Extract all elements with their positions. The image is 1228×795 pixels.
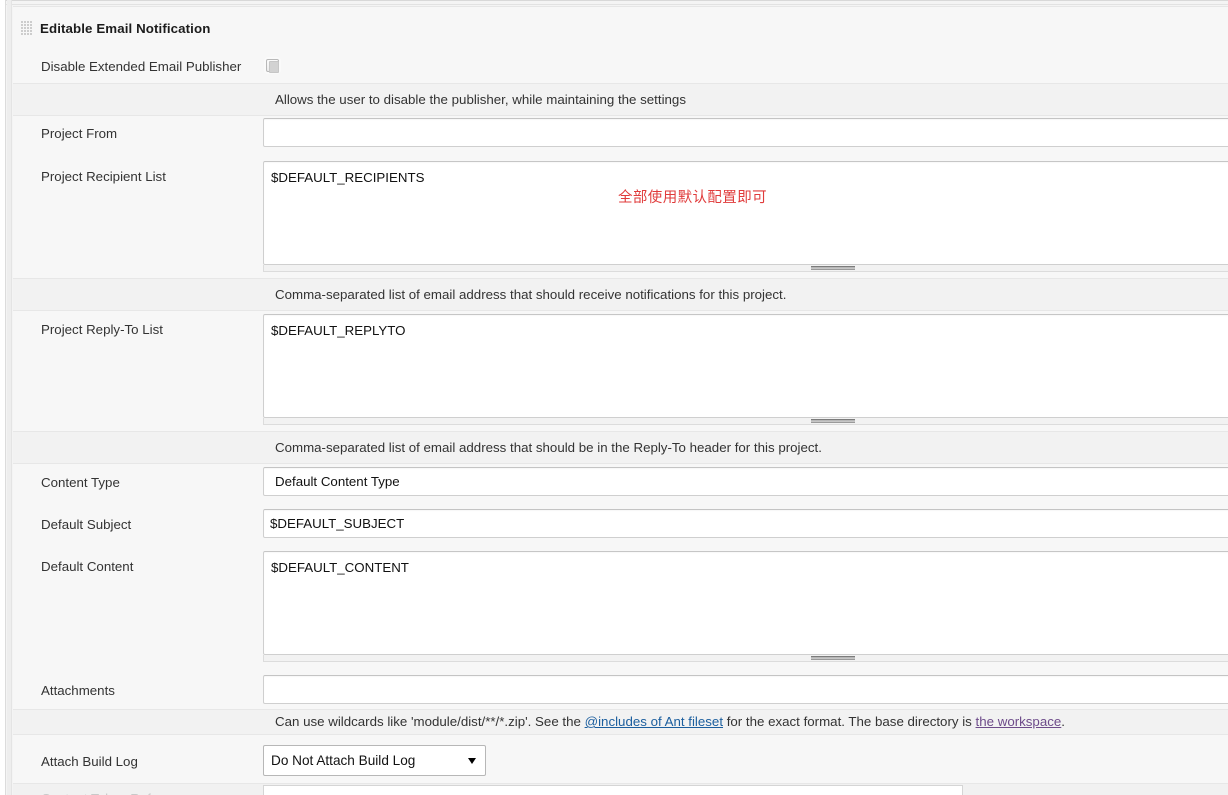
- disable-publisher-checkbox[interactable]: [266, 59, 279, 73]
- resize-grip-icon: [811, 656, 855, 660]
- project-from-input[interactable]: [263, 118, 1228, 147]
- row-attachments: Attachments: [13, 669, 1228, 711]
- attachments-input[interactable]: [263, 675, 1228, 704]
- attach-build-log-selected-value: Do Not Attach Build Log: [271, 753, 416, 768]
- row-project-reply-to-list: Project Reply-To List $DEFAULT_REPLYTO: [13, 308, 1228, 430]
- row-default-subject: Default Subject: [13, 503, 1228, 545]
- red-annotation-text: 全部使用默认配置即可: [618, 190, 767, 206]
- label-attach-build-log: Attach Build Log: [41, 754, 138, 769]
- description-project-recipient-list: Comma-separated list of email address th…: [275, 287, 787, 302]
- description-disable-publisher: Allows the user to disable the publisher…: [275, 92, 686, 107]
- editable-email-notification-panel: Editable Email Notification Disable Exte…: [13, 6, 1228, 795]
- attach-build-log-select[interactable]: Do Not Attach Build Log: [263, 745, 486, 776]
- label-project-from: Project From: [41, 126, 118, 141]
- project-reply-to-list-resize-handle[interactable]: [263, 418, 1228, 425]
- label-default-subject: Default Subject: [41, 517, 132, 532]
- default-content-textarea[interactable]: $DEFAULT_CONTENT: [263, 551, 1228, 655]
- label-project-reply-to-list: Project Reply-To List: [41, 322, 163, 337]
- default-content-resize-handle[interactable]: [263, 655, 1228, 662]
- page-title: Editable Email Notification: [40, 20, 211, 36]
- top-divider: [0, 0, 1228, 1]
- resize-grip-icon: [811, 266, 855, 270]
- section-header: Editable Email Notification: [21, 18, 210, 38]
- project-recipient-list-resize-handle[interactable]: [263, 265, 1228, 272]
- row-project-from: Project From: [13, 113, 1228, 155]
- label-project-recipient-list: Project Recipient List: [41, 169, 166, 184]
- drag-grip-icon[interactable]: [21, 20, 32, 36]
- description-attachments-post: .: [1061, 714, 1065, 729]
- project-reply-to-list-textarea[interactable]: $DEFAULT_REPLYTO: [263, 314, 1228, 418]
- project-recipient-list-textarea[interactable]: $DEFAULT_RECIPIENTS: [263, 161, 1228, 265]
- label-attachments: Attachments: [41, 683, 115, 698]
- bottom-field-stub: [263, 785, 963, 795]
- resize-grip-icon: [811, 419, 855, 423]
- label-default-content: Default Content: [41, 559, 134, 574]
- content-type-selected-value: Default Content Type: [275, 474, 400, 489]
- label-content-token-reference: Content Token Reference: [41, 791, 192, 795]
- left-gutter-inner: [7, 0, 12, 795]
- default-subject-input[interactable]: [263, 509, 1228, 538]
- row-project-recipient-list: Project Recipient List $DEFAULT_RECIPIEN…: [13, 155, 1228, 277]
- left-gutter: [0, 0, 6, 795]
- description-project-reply-to-list: Comma-separated list of email address th…: [275, 440, 822, 455]
- the-workspace-link[interactable]: the workspace: [976, 714, 1062, 729]
- chevron-down-icon: [468, 758, 476, 764]
- description-attachments-pre: Can use wildcards like 'module/dist/**/*…: [275, 714, 585, 729]
- top-divider-secondary: [6, 4, 1228, 5]
- description-attachments: Can use wildcards like 'module/dist/**/*…: [275, 714, 1065, 729]
- ant-fileset-includes-link[interactable]: @includes of Ant fileset: [585, 714, 723, 729]
- row-content-type: Content Type Default Content Type: [13, 461, 1228, 503]
- label-content-type: Content Type: [41, 475, 120, 490]
- label-disable-publisher: Disable Extended Email Publisher: [41, 59, 242, 74]
- email-notification-config-page: Editable Email Notification Disable Exte…: [0, 0, 1228, 795]
- row-default-content: Default Content $DEFAULT_CONTENT: [13, 545, 1228, 667]
- row-attach-build-log: Attach Build Log Do Not Attach Build Log: [13, 736, 1228, 782]
- row-disable-publisher: Disable Extended Email Publisher: [13, 53, 1228, 79]
- content-type-select[interactable]: Default Content Type: [263, 467, 1228, 496]
- description-attachments-mid: for the exact format. The base directory…: [723, 714, 976, 729]
